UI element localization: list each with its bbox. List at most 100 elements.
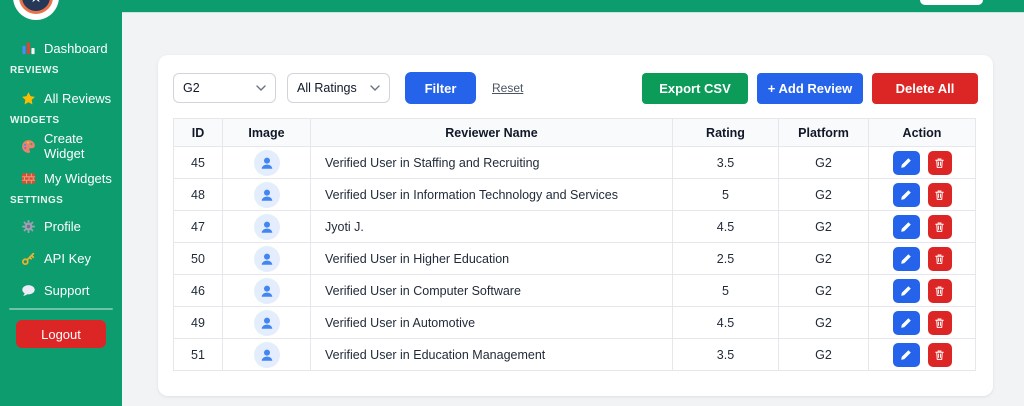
- sidebar-item-create-widget[interactable]: Create Widget: [0, 134, 122, 158]
- sidebar-item-label: Profile: [44, 219, 81, 234]
- review-image-cell: [223, 275, 311, 307]
- edit-review-button[interactable]: [893, 279, 920, 303]
- sidebar-item-label: All Reviews: [44, 91, 111, 106]
- platform-select[interactable]: G2: [173, 73, 276, 103]
- logout-button[interactable]: Logout: [16, 320, 106, 348]
- delete-review-button[interactable]: [928, 215, 952, 239]
- edit-review-button[interactable]: [893, 183, 920, 207]
- trash-icon: [934, 285, 945, 297]
- edit-review-button[interactable]: [893, 311, 920, 335]
- star-icon: [21, 91, 36, 106]
- sidebar-item-support[interactable]: Support: [0, 278, 122, 302]
- sidebar-item-my-widgets[interactable]: My Widgets: [0, 166, 122, 190]
- platform-select-value: G2: [183, 81, 200, 95]
- edit-review-button[interactable]: [893, 343, 920, 367]
- delete-review-button[interactable]: [928, 343, 952, 367]
- table-row: 50 Verified User in Higher Education 2.5…: [174, 243, 976, 275]
- column-header-rating: Rating: [673, 119, 779, 147]
- rating-cell: 5: [673, 179, 779, 211]
- pencil-icon: [900, 253, 912, 265]
- reviewer-avatar: [254, 278, 280, 304]
- reviewer-name-cell: Verified User in Automotive: [311, 307, 673, 339]
- platform-cell: G2: [779, 275, 869, 307]
- column-header-action: Action: [869, 119, 976, 147]
- table-body: 45 Verified User in Staffing and Recruit…: [174, 147, 976, 371]
- pencil-icon: [900, 349, 912, 361]
- sidebar-item-label: Create Widget: [44, 131, 122, 161]
- review-image-cell: [223, 307, 311, 339]
- rating-cell: 3.5: [673, 339, 779, 371]
- app-logo-star-icon: ★: [19, 0, 53, 14]
- review-image-cell: [223, 339, 311, 371]
- review-id-cell: 46: [174, 275, 223, 307]
- reviewer-avatar: [254, 182, 280, 208]
- reviewer-name-cell: Verified User in Higher Education: [311, 243, 673, 275]
- reviewer-name-cell: Verified User in Information Technology …: [311, 179, 673, 211]
- action-cell: [869, 147, 976, 179]
- trash-icon: [934, 221, 945, 233]
- sidebar-item-api-key[interactable]: API Key: [0, 246, 122, 270]
- edit-review-button[interactable]: [893, 215, 920, 239]
- reset-link[interactable]: Reset: [492, 81, 523, 95]
- platform-cell: G2: [779, 147, 869, 179]
- sidebar-section-settings: SETTINGS: [0, 192, 122, 208]
- filter-row: G2 All Ratings Filter Reset Export CSV +…: [173, 72, 978, 104]
- platform-cell: G2: [779, 211, 869, 243]
- review-image-cell: [223, 243, 311, 275]
- platform-cell: G2: [779, 307, 869, 339]
- sidebar-item-label: Support: [44, 283, 90, 298]
- trash-icon: [934, 157, 945, 169]
- delete-review-button[interactable]: [928, 183, 952, 207]
- rating-select[interactable]: All Ratings: [287, 73, 390, 103]
- delete-review-button[interactable]: [928, 247, 952, 271]
- edit-review-button[interactable]: [893, 247, 920, 271]
- export-csv-button[interactable]: Export CSV: [642, 73, 748, 104]
- table-row: 49 Verified User in Automotive 4.5 G2: [174, 307, 976, 339]
- rating-cell: 4.5: [673, 211, 779, 243]
- rating-cell: 2.5: [673, 243, 779, 275]
- action-cell: [869, 179, 976, 211]
- delete-review-button[interactable]: [928, 279, 952, 303]
- delete-review-button[interactable]: [928, 311, 952, 335]
- table-row: 51 Verified User in Education Management…: [174, 339, 976, 371]
- chevron-down-icon: [256, 85, 266, 91]
- table-row: 47 Jyoti J. 4.5 G2: [174, 211, 976, 243]
- review-id-cell: 45: [174, 147, 223, 179]
- review-image-cell: [223, 179, 311, 211]
- action-cell: [869, 243, 976, 275]
- person-icon: [259, 219, 275, 235]
- topbar-partial-button[interactable]: [920, 0, 983, 5]
- trash-icon: [934, 317, 945, 329]
- action-cell: [869, 275, 976, 307]
- sidebar-item-profile[interactable]: Profile: [0, 214, 122, 238]
- person-icon: [259, 187, 275, 203]
- sidebar-item-label: API Key: [44, 251, 91, 266]
- sidebar-section-widgets: WIDGETS: [0, 112, 122, 128]
- table-row: 46 Verified User in Computer Software 5 …: [174, 275, 976, 307]
- person-icon: [259, 283, 275, 299]
- reviewer-avatar: [254, 342, 280, 368]
- sidebar-item-dashboard[interactable]: Dashboard: [0, 36, 122, 60]
- column-header-image: Image: [223, 119, 311, 147]
- table-row: 45 Verified User in Staffing and Recruit…: [174, 147, 976, 179]
- review-id-cell: 49: [174, 307, 223, 339]
- delete-all-button[interactable]: Delete All: [872, 73, 978, 104]
- column-header-id: ID: [174, 119, 223, 147]
- table-header-row: ID Image Reviewer Name Rating Platform A…: [174, 119, 976, 147]
- person-icon: [259, 347, 275, 363]
- bulk-actions: Export CSV + Add Review Delete All: [642, 73, 978, 104]
- rating-cell: 4.5: [673, 307, 779, 339]
- filter-button[interactable]: Filter: [405, 72, 476, 104]
- reviewer-avatar: [254, 214, 280, 240]
- table-row: 48 Verified User in Information Technolo…: [174, 179, 976, 211]
- review-image-cell: [223, 211, 311, 243]
- trash-icon: [934, 253, 945, 265]
- reviewer-avatar: [254, 310, 280, 336]
- sidebar: ★ Dashboard REVIEWS All Reviews WIDGETS: [0, 0, 122, 406]
- delete-review-button[interactable]: [928, 151, 952, 175]
- add-review-button[interactable]: + Add Review: [757, 73, 863, 104]
- edit-review-button[interactable]: [893, 151, 920, 175]
- pencil-icon: [900, 189, 912, 201]
- person-icon: [259, 315, 275, 331]
- sidebar-item-all-reviews[interactable]: All Reviews: [0, 86, 122, 110]
